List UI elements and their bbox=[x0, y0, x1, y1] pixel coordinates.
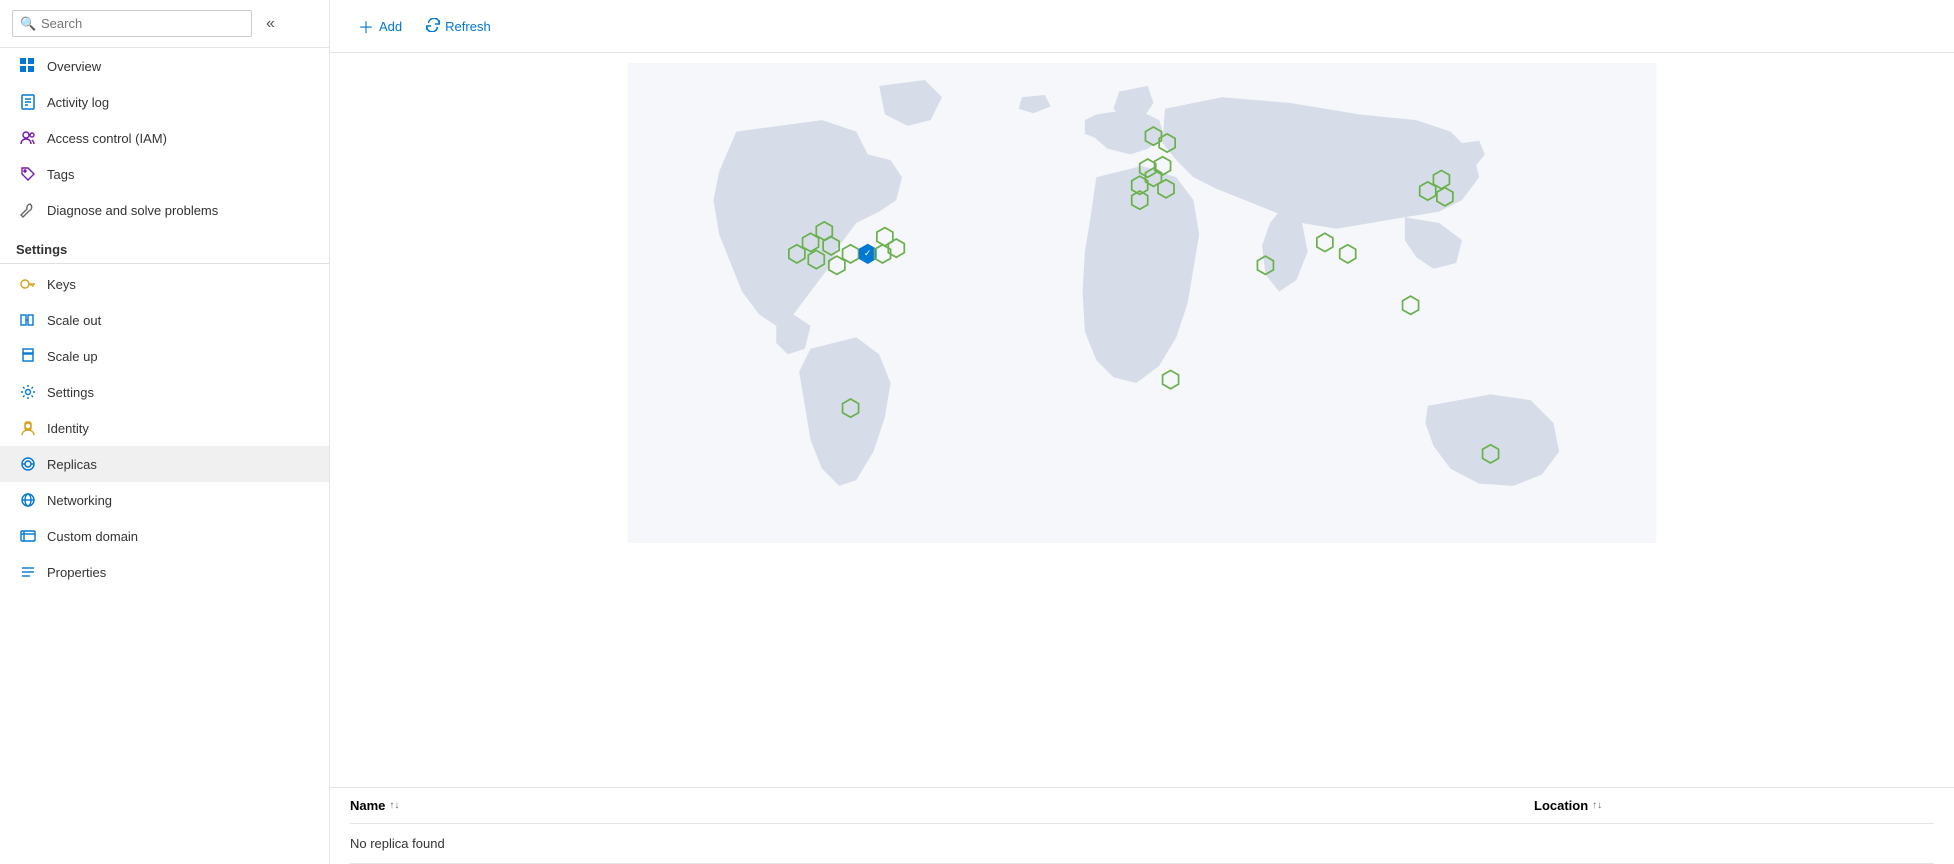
search-wrapper: 🔍 bbox=[12, 10, 252, 37]
sidebar: 🔍 « Overview Activity log Access control… bbox=[0, 0, 330, 864]
sidebar-search-area: 🔍 « bbox=[0, 0, 329, 48]
nav-scale-out-label: Scale out bbox=[47, 313, 101, 328]
doc-icon bbox=[19, 93, 37, 111]
sort-location-icon[interactable]: ↑↓ bbox=[1592, 800, 1602, 811]
nav-keys-label: Keys bbox=[47, 277, 76, 292]
replicas-table: Name ↑↓ Location ↑↓ No replica found bbox=[330, 787, 1954, 864]
key-icon bbox=[19, 275, 37, 293]
domain-icon bbox=[19, 527, 37, 545]
people-icon bbox=[19, 129, 37, 147]
nav-tags-label: Tags bbox=[47, 167, 74, 182]
search-input[interactable] bbox=[12, 10, 252, 37]
sort-name-icon[interactable]: ↑↓ bbox=[389, 800, 399, 811]
nav-properties-label: Properties bbox=[47, 565, 106, 580]
replicas-icon bbox=[19, 455, 37, 473]
nav-activity-log-label: Activity log bbox=[47, 95, 109, 110]
col-location-label: Location bbox=[1534, 798, 1588, 813]
col-name-header: Name ↑↓ bbox=[350, 798, 1534, 813]
col-name-label: Name bbox=[350, 798, 385, 813]
empty-message: No replica found bbox=[350, 836, 445, 851]
nav-keys[interactable]: Keys bbox=[0, 266, 329, 302]
nav-identity-label: Identity bbox=[47, 421, 89, 436]
nav-tags[interactable]: Tags bbox=[0, 156, 329, 192]
empty-row: No replica found bbox=[350, 824, 1934, 864]
scale-up-icon bbox=[19, 347, 37, 365]
network-icon bbox=[19, 491, 37, 509]
add-label: Add bbox=[379, 19, 402, 34]
nav-identity[interactable]: Identity bbox=[0, 410, 329, 446]
nav-diagnose[interactable]: Diagnose and solve problems bbox=[0, 192, 329, 228]
main-content: ＋ Add Refresh bbox=[330, 0, 1954, 864]
svg-text:✓: ✓ bbox=[864, 248, 872, 258]
nav-activity-log[interactable]: Activity log bbox=[0, 84, 329, 120]
tag-icon bbox=[19, 165, 37, 183]
nav-overview-label: Overview bbox=[47, 59, 101, 74]
refresh-button[interactable]: Refresh bbox=[418, 14, 499, 39]
gear-icon bbox=[19, 383, 37, 401]
table-header: Name ↑↓ Location ↑↓ bbox=[350, 788, 1934, 824]
plus-icon: ＋ bbox=[358, 14, 374, 38]
nav-access-control-label: Access control (IAM) bbox=[47, 131, 167, 146]
nav-scale-up-label: Scale up bbox=[47, 349, 98, 364]
nav-scale-up[interactable]: Scale up bbox=[0, 338, 329, 374]
nav-replicas[interactable]: Replicas bbox=[0, 446, 329, 482]
grid-icon bbox=[19, 57, 37, 75]
col-location-header: Location ↑↓ bbox=[1534, 798, 1934, 813]
world-map: ✓ bbox=[350, 63, 1934, 543]
nav-networking[interactable]: Networking bbox=[0, 482, 329, 518]
nav-access-control[interactable]: Access control (IAM) bbox=[0, 120, 329, 156]
nav-replicas-label: Replicas bbox=[47, 457, 97, 472]
scale-out-icon bbox=[19, 311, 37, 329]
search-icon: 🔍 bbox=[20, 16, 36, 32]
collapse-button[interactable]: « bbox=[260, 11, 281, 37]
identity-icon bbox=[19, 419, 37, 437]
add-button[interactable]: ＋ Add bbox=[350, 10, 410, 42]
settings-section-label: Settings bbox=[0, 228, 329, 264]
nav-diagnose-label: Diagnose and solve problems bbox=[47, 203, 218, 218]
nav-overview[interactable]: Overview bbox=[0, 48, 329, 84]
nav-settings[interactable]: Settings bbox=[0, 374, 329, 410]
map-container: ✓ bbox=[330, 53, 1954, 787]
refresh-label: Refresh bbox=[445, 19, 491, 34]
wrench-icon bbox=[19, 201, 37, 219]
refresh-icon bbox=[426, 18, 440, 35]
nav-properties[interactable]: Properties bbox=[0, 554, 329, 590]
nav-settings-label: Settings bbox=[47, 385, 94, 400]
nav-custom-domain[interactable]: Custom domain bbox=[0, 518, 329, 554]
nav-networking-label: Networking bbox=[47, 493, 112, 508]
nav-scale-out[interactable]: Scale out bbox=[0, 302, 329, 338]
toolbar: ＋ Add Refresh bbox=[330, 0, 1954, 53]
properties-icon bbox=[19, 563, 37, 581]
nav-custom-domain-label: Custom domain bbox=[47, 529, 138, 544]
